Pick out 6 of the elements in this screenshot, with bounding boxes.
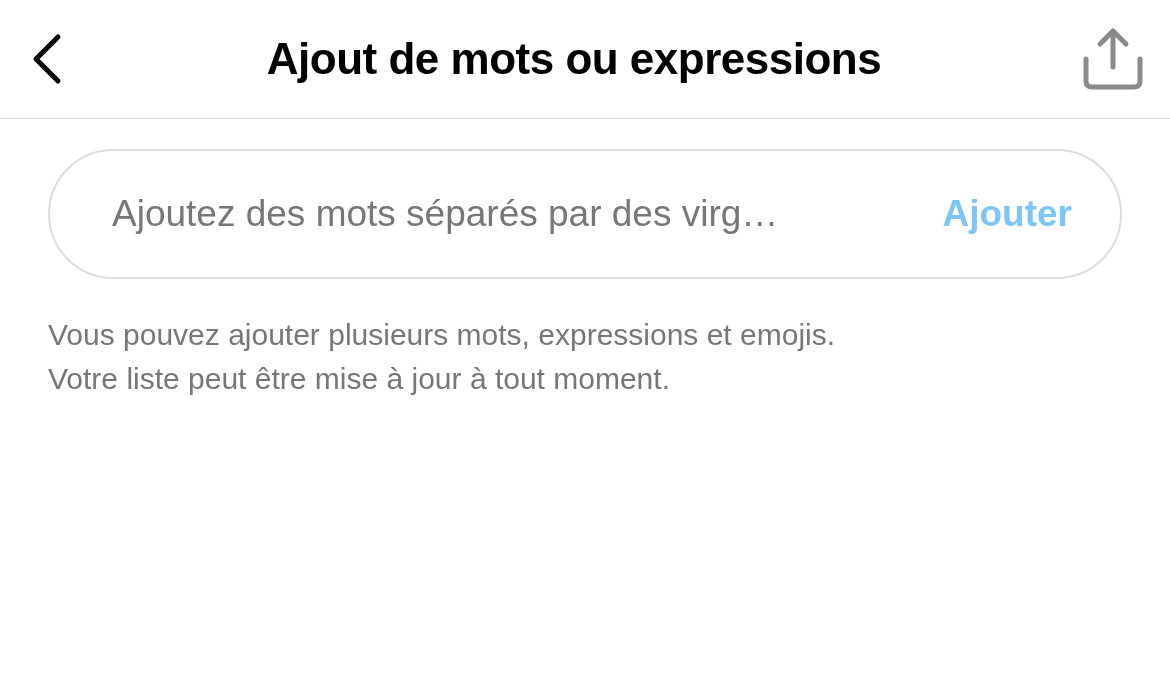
- help-text: Vous pouvez ajouter plusieurs mots, expressions et emojis.: [48, 317, 837, 353]
- word-input-field[interactable]: Ajoutez des mots séparés par des virg… Ajouter: [48, 149, 1122, 279]
- help-text: Votre liste peut être mise à jour à tout moment.: [48, 361, 671, 397]
- share-icon: [1082, 27, 1144, 91]
- add-button[interactable]: Ajouter: [942, 186, 1072, 242]
- page-title: Ajout de mots ou expressions: [266, 33, 882, 85]
